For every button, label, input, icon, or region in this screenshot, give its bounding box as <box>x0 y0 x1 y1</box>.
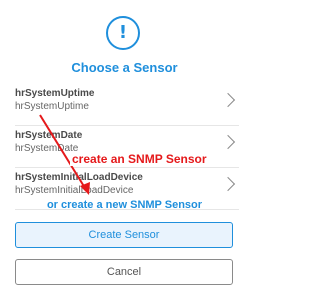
sensor-name: hrSystemInitialLoadDevice <box>15 172 143 183</box>
sensor-id: hrSystemUptime <box>15 101 89 112</box>
sensor-item-hrsystemuptime[interactable]: hrSystemUptime hrSystemUptime <box>15 84 239 126</box>
cancel-button[interactable]: Cancel <box>15 259 233 285</box>
sensor-name: hrSystemUptime <box>15 88 95 99</box>
sensor-id: hrSystemInitialLoadDevice <box>15 185 134 196</box>
create-new-snmp-sensor-link[interactable]: or create a new SNMP Sensor <box>0 199 249 211</box>
sensor-list: hrSystemUptime hrSystemUptime hrSystemDa… <box>15 84 239 210</box>
dialog-title: Choose a Sensor <box>71 60 178 75</box>
info-icon: ! <box>106 16 140 50</box>
sensor-name: hrSystemDate <box>15 130 83 141</box>
annotation-label: create an SNMP Sensor <box>70 152 209 166</box>
choose-sensor-dialog: ! Choose a Sensor hrSystemUptime hrSyste… <box>0 0 249 300</box>
create-sensor-button[interactable]: Create Sensor <box>15 222 233 248</box>
